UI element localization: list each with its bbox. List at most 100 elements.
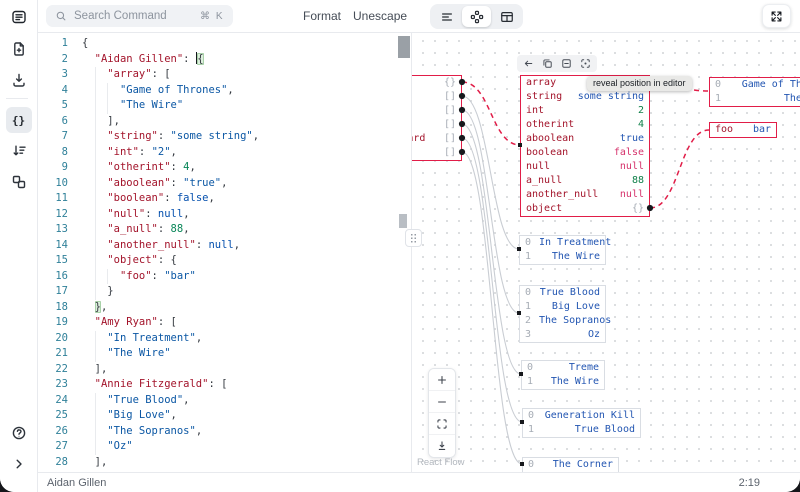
node-row: int 2 xyxy=(526,105,644,116)
sidebar: {} xyxy=(0,0,38,492)
node-alexander-skarsgard[interactable]: 0 Generation Kill 1 True Blood xyxy=(522,408,641,438)
fullscreen-button[interactable] xyxy=(762,4,791,28)
editor-lines: 1{2 "Aidan Gillen": {3 "array": [4 "Game… xyxy=(38,32,411,472)
line-number: 16 xyxy=(55,269,68,282)
download-image-button[interactable] xyxy=(429,435,455,457)
sidebar-item-collapse-sidebar[interactable] xyxy=(6,451,32,477)
node-root[interactable]: Aidan Gillen{} Amy Ryan[] Annie Fitzgerald… xyxy=(412,75,462,161)
sidebar-item-download[interactable] xyxy=(6,67,32,93)
line-content: }, xyxy=(94,300,108,313)
code-line: 22 ], xyxy=(38,362,411,378)
node-row: Anwan Glover[] xyxy=(443,119,456,130)
node-annie-fitzgerald[interactable]: 0 True Blood 1 Big Love 2 The Sopranos 3 Oz xyxy=(519,285,611,343)
line-number: 21 xyxy=(55,347,68,359)
node-row: string some string xyxy=(526,91,644,102)
line-content: "string": "some string", xyxy=(82,129,259,145)
code-line: 26 "The Sopranos", xyxy=(38,423,411,439)
code-line: 18 }, xyxy=(38,300,411,316)
json-editor[interactable]: 1{2 "Aidan Gillen": {3 "array": [4 "Game… xyxy=(38,32,412,472)
zoom-in-button[interactable] xyxy=(429,369,455,391)
node-row: 0 Generation Kill xyxy=(528,410,635,421)
line-number: 10 xyxy=(55,176,68,189)
line-content: "Oz" xyxy=(82,439,133,455)
node-clarke-peters[interactable]: 0 The Corner xyxy=(522,457,619,472)
search-placeholder: Search Command xyxy=(74,10,167,22)
line-number: 7 xyxy=(61,130,68,142)
chevron-right-icon xyxy=(11,456,27,472)
code-line: 25 "Big Love", xyxy=(38,408,411,424)
line-number: 25 xyxy=(55,409,68,421)
node-toolbar-collapse-button[interactable] xyxy=(561,58,572,69)
indent-guide xyxy=(94,129,96,145)
sidebar-item-compare[interactable] xyxy=(6,169,32,195)
line-content: "int": "2", xyxy=(82,144,177,160)
node-row: Clarke Peters[] xyxy=(443,147,456,158)
panel-resize-handle[interactable] xyxy=(405,229,422,247)
braces-icon: {} xyxy=(11,113,26,127)
indent-guide xyxy=(94,82,96,98)
node-row: 1The Wire xyxy=(525,251,600,262)
code-line: 8 "int": "2", xyxy=(38,144,411,160)
code-line: 15 "object": { xyxy=(38,253,411,269)
node-toolbar-back-arrow-button[interactable] xyxy=(523,58,534,69)
code-line: 16 "foo": "bar" xyxy=(38,268,411,284)
line-content: "a_null": 88, xyxy=(82,222,190,238)
node-array-shows[interactable]: 0Game of Thrones 1The Wire xyxy=(709,77,800,107)
view-mode-list-view[interactable] xyxy=(432,6,461,27)
node-row: 0Game of Thrones xyxy=(715,79,800,90)
code-line: 9 "otherint": 4, xyxy=(38,160,411,176)
react-flow-attribution[interactable]: React Flow xyxy=(417,457,465,468)
code-line: 5 "The Wire" xyxy=(38,98,411,114)
line-number: 26 xyxy=(55,424,68,437)
search-input[interactable]: Search Command ⌘ K xyxy=(46,5,233,27)
line-content: "Aidan Gillen": { xyxy=(94,51,204,65)
editor-scrollbar-thumb[interactable] xyxy=(398,36,410,58)
indent-guide xyxy=(94,222,96,238)
view-mode-flow-view[interactable] xyxy=(462,6,491,27)
indent-guide xyxy=(107,268,109,284)
node-amy-ryan[interactable]: 0 In Treatment 1 The Wire xyxy=(519,235,611,265)
indent-guide xyxy=(94,206,96,222)
line-content: "foo": "bar" xyxy=(82,268,196,284)
node-toolbar-focus-button[interactable] xyxy=(580,58,591,69)
node-toolbar-copy-button[interactable] xyxy=(542,58,553,69)
line-number: 6 xyxy=(61,114,68,127)
fit-view-button[interactable] xyxy=(429,413,455,435)
unescape-button[interactable]: Unescape xyxy=(347,0,413,32)
line-content: "The Sopranos", xyxy=(82,423,202,439)
node-object-foo[interactable]: foo bar xyxy=(709,122,777,138)
sidebar-item-transform[interactable] xyxy=(6,138,32,164)
code-line: 23 "Annie Fitzgerald": [ xyxy=(38,377,411,393)
line-content: "The Wire" xyxy=(82,346,171,362)
app-logo-icon xyxy=(11,9,27,25)
indent-guide xyxy=(94,175,96,191)
node-row: otherint 4 xyxy=(526,119,644,130)
code-line: 13 "a_null": 88, xyxy=(38,222,411,238)
line-number: 2 xyxy=(61,52,68,65)
sidebar-item-new-document[interactable] xyxy=(6,36,32,62)
zoom-out-button[interactable] xyxy=(429,391,455,413)
status-bar: Aidan Gillen 2:19 xyxy=(38,472,800,492)
view-mode-table-view[interactable] xyxy=(492,6,521,27)
node-row: another_null null xyxy=(526,189,644,200)
tooltip: reveal position in editor xyxy=(587,76,692,91)
format-button[interactable]: Format xyxy=(297,0,347,32)
edge-red xyxy=(649,129,710,209)
indent-guide xyxy=(94,439,96,455)
node-anwan-glover[interactable]: 0 Treme 1 The Wire xyxy=(521,360,605,390)
topbar: Search Command ⌘ K Format Unescape xyxy=(38,0,800,33)
node-row: Amy Ryan[] xyxy=(443,91,456,102)
node-row: foo bar xyxy=(715,124,771,135)
code-line: 27 "Oz" xyxy=(38,439,411,455)
code-line: 19 "Amy Ryan": [ xyxy=(38,315,411,331)
sidebar-item-help[interactable] xyxy=(6,420,32,446)
node-aidan-gillen[interactable]: array[]stringsome stringint2otherint4abo… xyxy=(520,75,650,217)
line-content: ], xyxy=(82,455,108,468)
line-number: 20 xyxy=(55,331,68,344)
sidebar-item-editor-view[interactable]: {} xyxy=(5,107,32,133)
graph-canvas[interactable]: Aidan Gillen{} Amy Ryan[] Annie Fitzgerald… xyxy=(412,32,800,472)
line-content: "otherint": 4, xyxy=(82,160,196,176)
sidebar-top-items: {} xyxy=(5,36,32,200)
indent-guide xyxy=(94,237,96,253)
line-number: 13 xyxy=(55,223,68,235)
